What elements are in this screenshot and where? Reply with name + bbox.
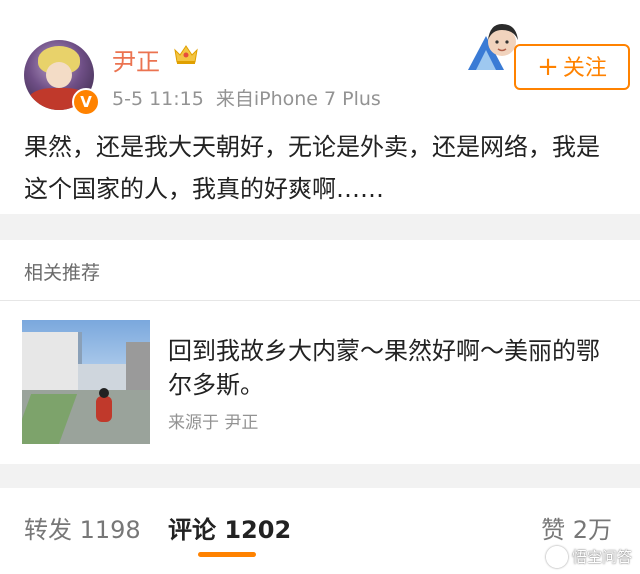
related-section: 相关推荐 回到我故乡大内蒙～果然好啊～美丽的鄂尔多斯。 来源于 尹正 xyxy=(0,240,640,464)
divider xyxy=(0,300,640,301)
username[interactable]: 尹正 xyxy=(112,42,160,77)
post-source: 来自iPhone 7 Plus xyxy=(215,88,381,110)
post-time: 5-5 11:15 xyxy=(112,88,204,110)
post-content: 果然，还是我大天朝好，无论是外卖，还是网络，我是这个国家的人，我真的好爽啊…… xyxy=(24,133,600,203)
section-title: 相关推荐 xyxy=(24,262,101,284)
action-bar: 转发 1198 评论 1202 赞 2万 悟空问答 xyxy=(0,488,640,574)
post-meta: 5-5 11:15 来自iPhone 7 Plus xyxy=(112,84,381,111)
avatar-face xyxy=(46,62,72,88)
related-item-source: 来源于 尹正 xyxy=(168,413,259,433)
crown-icon xyxy=(174,45,198,64)
thumbnail-image[interactable] xyxy=(22,320,150,444)
plus-icon: + xyxy=(537,52,559,82)
like-button[interactable]: 赞 2万 xyxy=(541,510,612,545)
weibo-post-card: V 尹正 5-5 11:15 来自iPhone 7 Plus + 关注 果然，还是我… xyxy=(0,0,640,214)
verified-badge-icon: V xyxy=(72,88,100,116)
watermark-text: 悟空问答 xyxy=(571,547,632,566)
repost-button[interactable]: 转发 1198 xyxy=(24,510,141,545)
watermark: 悟空问答 xyxy=(545,546,632,568)
active-tab-indicator xyxy=(198,552,256,557)
follow-label: 关注 xyxy=(562,56,607,81)
thumb-rider xyxy=(96,388,112,422)
comment-tab[interactable]: 评论 1202 xyxy=(168,510,291,545)
follow-button[interactable]: + 关注 xyxy=(514,44,630,90)
watermark-icon xyxy=(545,546,568,568)
related-item-title[interactable]: 回到我故乡大内蒙～果然好啊～美丽的鄂尔多斯。 xyxy=(168,334,608,402)
